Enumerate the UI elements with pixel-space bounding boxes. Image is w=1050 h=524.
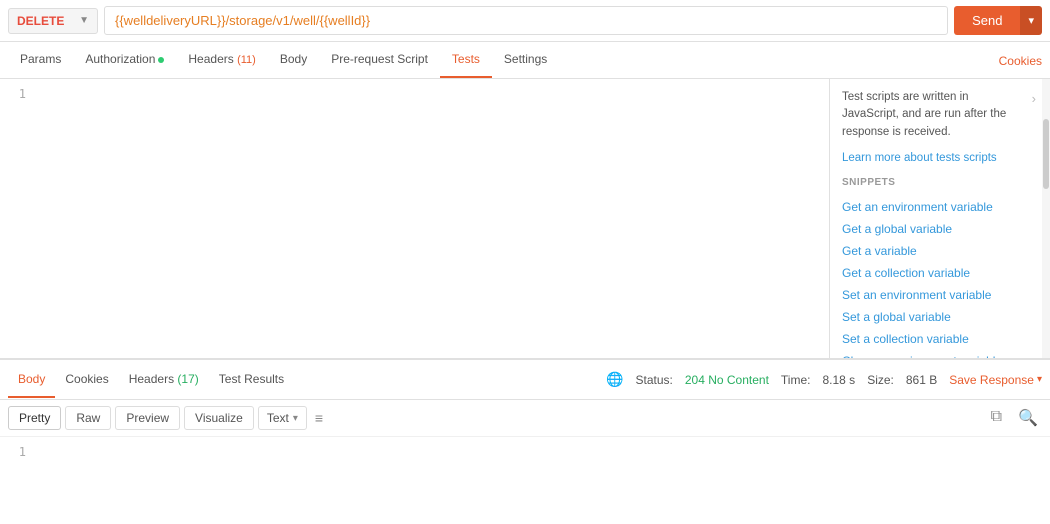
send-button-group: Send ▾ (954, 6, 1042, 35)
method-dropdown[interactable]: DELETE ▼ (8, 8, 98, 34)
tab-headers[interactable]: Headers (11) (176, 42, 267, 78)
tab-settings[interactable]: Settings (492, 42, 559, 78)
tab-tests[interactable]: Tests (440, 42, 492, 78)
status-label: Status: (636, 373, 673, 387)
snippet-set-global-var[interactable]: Set a global variable (842, 306, 1024, 328)
format-raw-button[interactable]: Raw (65, 406, 111, 430)
copy-icon[interactable]: ⧉ (987, 406, 1006, 430)
save-response-button[interactable]: Save Response ▾ (949, 373, 1042, 387)
snippets-info-text: Test scripts are written in JavaScript, … (842, 89, 1024, 141)
send-dropdown-button[interactable]: ▾ (1020, 6, 1042, 35)
snippet-get-var[interactable]: Get a variable (842, 240, 1024, 262)
time-value: 8.18 s (822, 373, 855, 387)
tab-body[interactable]: Body (268, 42, 319, 78)
response-line-1: 1 (4, 445, 26, 459)
tab-params[interactable]: Params (8, 42, 73, 78)
response-status-bar: 🌐 Status: 204 No Content Time: 8.18 s Si… (606, 371, 1042, 388)
wrap-lines-icon[interactable]: ≡ (311, 408, 327, 428)
bottom-tab-cookies[interactable]: Cookies (55, 362, 118, 398)
upper-section: 1 Test scripts are written in JavaScript… (0, 79, 1050, 359)
main-content: 1 Test scripts are written in JavaScript… (0, 79, 1050, 516)
search-icon[interactable]: 🔍 (1014, 406, 1042, 430)
snippets-scrollbar[interactable] (1042, 79, 1050, 358)
snippet-get-env-var[interactable]: Get an environment variable (842, 196, 1024, 218)
text-select-chevron-icon: ▾ (293, 413, 298, 424)
method-label: DELETE (17, 14, 64, 28)
bottom-tab-test-results[interactable]: Test Results (209, 362, 294, 398)
lower-section: Body Cookies Headers (17) Test Results 🌐… (0, 359, 1050, 516)
auth-dot-icon (158, 57, 164, 63)
cookies-link[interactable]: Cookies (999, 54, 1042, 68)
response-tabs-bar: Body Cookies Headers (17) Test Results 🌐… (0, 359, 1050, 400)
globe-icon: 🌐 (606, 371, 623, 388)
tab-authorization[interactable]: Authorization (73, 42, 176, 78)
format-pretty-button[interactable]: Pretty (8, 406, 61, 430)
response-content: 1 (0, 437, 1050, 516)
snippets-toggle-icon[interactable]: › (1032, 91, 1036, 106)
response-line-numbers: 1 (0, 437, 30, 516)
time-label: Time: (781, 373, 811, 387)
snippet-set-env-var[interactable]: Set an environment variable (842, 284, 1024, 306)
text-type-select[interactable]: Text ▾ (258, 406, 307, 430)
editor-line-numbers: 1 (0, 79, 30, 358)
snippets-label: SNIPPETS (842, 177, 1024, 188)
size-label: Size: (867, 373, 894, 387)
send-button[interactable]: Send (954, 6, 1020, 35)
tab-prerequest[interactable]: Pre-request Script (319, 42, 440, 78)
request-bar: DELETE ▼ Send ▾ (0, 0, 1050, 42)
request-tabs: Params Authorization Headers (11) Body P… (0, 42, 1050, 79)
snippet-set-collection-var[interactable]: Set a collection variable (842, 328, 1024, 350)
bottom-tab-body[interactable]: Body (8, 362, 55, 398)
snippets-panel: Test scripts are written in JavaScript, … (830, 79, 1050, 358)
snippets-learn-link[interactable]: Learn more about tests scripts (842, 152, 997, 164)
snippet-get-global-var[interactable]: Get a global variable (842, 218, 1024, 240)
response-toolbar-right: ⧉ 🔍 (987, 406, 1042, 430)
snippet-clear-env-var[interactable]: Clear an environment variable (842, 350, 1024, 358)
editor-text-area[interactable] (30, 79, 829, 358)
test-editor: 1 (0, 79, 830, 358)
format-visualize-button[interactable]: Visualize (184, 406, 254, 430)
nav-tabs-right: Cookies (999, 53, 1042, 68)
snippets-scrollbar-thumb (1043, 119, 1049, 189)
line-number-1: 1 (4, 87, 26, 101)
response-format-toolbar: Pretty Raw Preview Visualize Text ▾ ≡ ⧉ … (0, 400, 1050, 437)
method-chevron-icon: ▼ (79, 15, 89, 26)
bottom-tab-headers[interactable]: Headers (17) (119, 362, 209, 398)
headers-badge: (17) (177, 372, 198, 386)
status-value: 204 No Content (685, 373, 769, 387)
save-response-chevron-icon: ▾ (1037, 374, 1042, 385)
size-value: 861 B (906, 373, 937, 387)
response-body-text[interactable] (30, 437, 1050, 516)
format-preview-button[interactable]: Preview (115, 406, 180, 430)
snippet-get-collection-var[interactable]: Get a collection variable (842, 262, 1024, 284)
url-input[interactable] (104, 6, 948, 35)
